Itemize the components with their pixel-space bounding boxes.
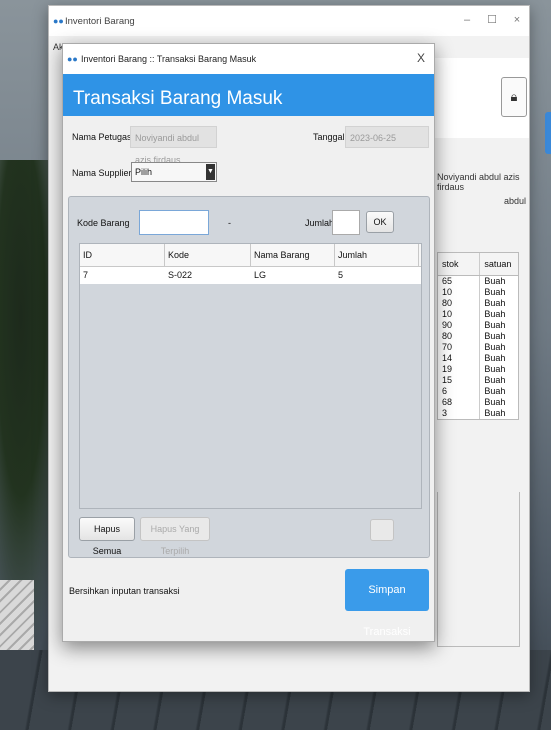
stock-cell-stok: 10 [438, 309, 481, 320]
cell-jumlah: 5 [338, 270, 344, 280]
transaksi-table-row[interactable]: 7 S-022 LG 5 [80, 267, 421, 284]
stock-cell-stok: 3 [438, 408, 481, 419]
stock-table-row[interactable]: 10 Buah [438, 309, 518, 320]
stock-cell-stok: 14 [438, 353, 481, 364]
close-icon[interactable]: × [509, 12, 525, 28]
stock-table-row[interactable]: 14 Buah [438, 353, 518, 364]
user-name-label: Noviyandi abdul azis firdaus [437, 172, 520, 192]
stock-cell-satuan: Buah [484, 364, 506, 374]
stock-cell-stok: 70 [438, 342, 481, 353]
jumlah-input[interactable] [332, 210, 360, 235]
stock-cell-stok: 6 [438, 386, 481, 397]
cell-nama-barang: LG [254, 270, 267, 280]
main-window-title: Inventori Barang [65, 16, 135, 27]
main-titlebar: ●● Inventori Barang – ☐ × [49, 6, 529, 36]
extra-disabled-button[interactable] [370, 519, 394, 541]
cell-id: 7 [83, 270, 89, 280]
supplier-select[interactable]: Pilih ▼ [131, 162, 217, 182]
stock-cell-satuan: Buah [484, 276, 506, 286]
stock-cell-satuan: Buah [484, 309, 506, 319]
kode-barang-label: Kode Barang [77, 218, 130, 228]
dialog-app-icon: ●● [67, 54, 78, 64]
app-icon: ●● [53, 16, 64, 26]
stock-cell-satuan: Buah [484, 408, 506, 418]
stock-table-row[interactable]: 10 Buah [438, 287, 518, 298]
user-short-label: abdul [504, 196, 527, 206]
column-header-satuan[interactable]: satuan [480, 253, 518, 275]
minimize-icon[interactable]: – [459, 12, 475, 28]
stock-table-row[interactable]: 3 Buah [438, 408, 518, 419]
stock-table: stok satuan 65 Buah 10 Buah 80 Buah 10 Buah 90 Bu… [437, 252, 519, 420]
cell-kode: S-022 [168, 270, 193, 280]
stock-table-row[interactable]: 68 Buah [438, 397, 518, 408]
dialog-title: Inventori Barang :: Transaksi Barang Mas… [81, 54, 257, 64]
stock-cell-satuan: Buah [484, 397, 506, 407]
stock-cell-satuan: Buah [484, 342, 506, 352]
stock-cell-stok: 80 [438, 331, 481, 342]
stock-cell-satuan: Buah [484, 298, 506, 308]
maximize-icon[interactable]: ☐ [484, 12, 500, 28]
stock-table-header: stok satuan [438, 253, 518, 276]
stock-table-row[interactable]: 90 Buah [438, 320, 518, 331]
stock-cell-satuan: Buah [484, 386, 506, 396]
stock-table-empty-area [437, 492, 520, 647]
stock-cell-satuan: Buah [484, 375, 506, 385]
tanggal-field: 2023-06-25 [345, 126, 429, 148]
transaksi-table: ID Kode Nama Barang Jumlah 7 S-022 LG 5 [79, 243, 422, 509]
bersihkan-link[interactable]: Bersihkan inputan transaksi [69, 586, 180, 596]
tanggal-label: Tanggal [313, 132, 345, 142]
stock-table-row[interactable]: 15 Buah [438, 375, 518, 386]
stock-cell-satuan: Buah [484, 331, 506, 341]
dialog-close-icon[interactable]: X [417, 51, 425, 65]
stock-cell-stok: 65 [438, 276, 481, 287]
column-header-kode[interactable]: Kode [165, 244, 251, 266]
transaksi-dialog: ●● Inventori Barang :: Transaksi Barang … [62, 43, 435, 642]
stock-cell-satuan: Buah [484, 287, 506, 297]
column-header-nama-barang[interactable]: Nama Barang [251, 244, 335, 266]
nama-petugas-field: Noviyandi abdul azis firdaus [130, 126, 217, 165]
stock-cell-stok: 90 [438, 320, 481, 331]
stock-table-row[interactable]: 19 Buah [438, 364, 518, 375]
column-header-stok[interactable]: stok [438, 253, 481, 275]
stock-table-row[interactable]: 6 Buah [438, 386, 518, 397]
dialog-titlebar: ●● Inventori Barang :: Transaksi Barang … [63, 44, 434, 74]
ok-button[interactable]: OK [366, 211, 394, 233]
kode-barang-input[interactable] [139, 210, 209, 235]
supplier-selected-value: Pilih [135, 167, 153, 177]
stock-cell-stok: 10 [438, 287, 481, 298]
lock-icon: 🔒︎ [510, 89, 518, 104]
stock-cell-satuan: Buah [484, 320, 506, 330]
stock-table-row[interactable]: 70 Buah [438, 342, 518, 353]
nama-petugas-label: Nama Petugas [72, 132, 132, 142]
stock-cell-stok: 68 [438, 397, 481, 408]
transaksi-table-header: ID Kode Nama Barang Jumlah [80, 244, 421, 267]
stock-cell-satuan: Buah [484, 353, 506, 363]
hapus-semua-button[interactable]: Hapus Semua [79, 517, 135, 556]
stock-table-row[interactable]: 80 Buah [438, 298, 518, 309]
separator-label: - [228, 218, 231, 228]
stock-cell-stok: 19 [438, 364, 481, 375]
lock-button[interactable]: 🔒︎ [501, 77, 527, 117]
stock-table-row[interactable]: 80 Buah [438, 331, 518, 342]
dialog-header-title: Transaksi Barang Masuk [73, 88, 283, 109]
stock-cell-stok: 15 [438, 375, 481, 386]
chevron-down-icon: ▼ [206, 164, 215, 180]
column-header-id[interactable]: ID [80, 244, 165, 266]
nama-supplier-label: Nama Supplier [72, 168, 132, 178]
stock-table-row[interactable]: 65 Buah [438, 276, 518, 287]
simpan-transaksi-button[interactable]: Simpan Transaksi [345, 569, 429, 638]
background-window-edge [545, 112, 551, 154]
stock-cell-stok: 80 [438, 298, 481, 309]
hapus-terpilih-button[interactable]: Hapus Yang Terpilih [140, 517, 210, 556]
jumlah-label: Jumlah [305, 218, 335, 228]
column-header-jumlah[interactable]: Jumlah [335, 244, 419, 266]
